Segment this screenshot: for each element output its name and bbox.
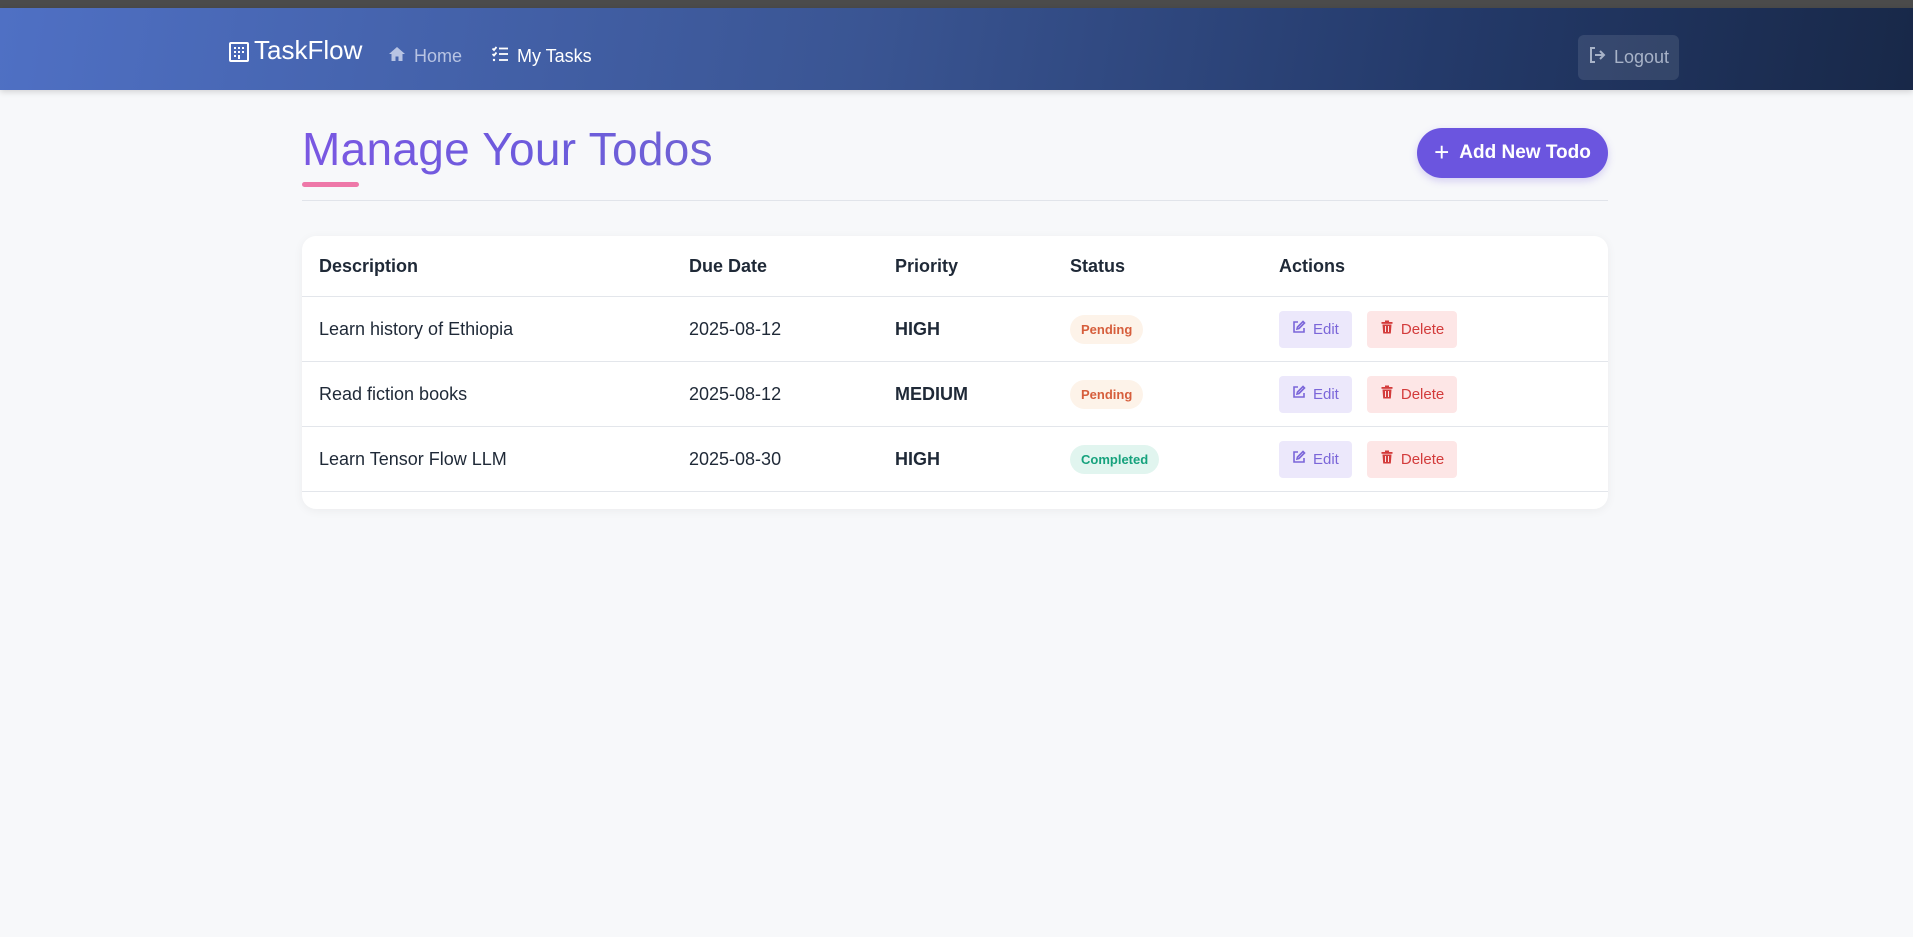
nav-home-label: Home (414, 45, 463, 66)
delete-button[interactable]: Delete (1366, 375, 1458, 413)
row-description: Learn Tensor Flow LLM (302, 426, 672, 492)
delete-label: Delete (1400, 450, 1445, 468)
row-description: Learn history of Ethiopia (302, 296, 672, 362)
header-status: Status (1053, 236, 1262, 297)
nav-home-link[interactable]: Home (388, 44, 462, 68)
delete-button[interactable]: Delete (1366, 440, 1458, 478)
browser-top-strip (0, 0, 1913, 8)
logout-button[interactable]: Logout (1578, 35, 1679, 80)
nav-my-tasks-label: My Tasks (517, 45, 592, 66)
row-actions: Edit Delete (1262, 361, 1608, 427)
nav-my-tasks-link[interactable]: My Tasks (491, 44, 592, 68)
trash-icon (1380, 320, 1394, 338)
navbar: TaskFlow Home My Tasks Logout (0, 8, 1913, 90)
row-due-date: 2025-08-12 (672, 296, 878, 362)
header-priority: Priority (878, 236, 1053, 297)
building-icon (228, 39, 250, 62)
title-underline (302, 182, 359, 187)
row-priority: HIGH (878, 296, 1053, 362)
add-new-todo-label: Add New Todo (1459, 142, 1591, 163)
list-check-icon (491, 45, 509, 68)
trash-icon (1380, 450, 1394, 468)
row-status-cell: Completed (1053, 426, 1262, 492)
row-actions: Edit Delete (1262, 296, 1608, 362)
brand-name: TaskFlow (254, 34, 363, 65)
trash-icon (1380, 385, 1394, 403)
page-title: Manage Your Todos (302, 123, 713, 175)
delete-label: Delete (1400, 385, 1445, 403)
row-priority: MEDIUM (878, 361, 1053, 427)
header-description: Description (302, 236, 672, 297)
row-description: Read fiction books (302, 361, 672, 427)
delete-button[interactable]: Delete (1366, 310, 1458, 348)
header-actions: Actions (1262, 236, 1608, 297)
edit-button[interactable]: Edit (1279, 310, 1352, 348)
add-new-todo-button[interactable]: + Add New Todo (1417, 128, 1608, 178)
row-status-cell: Pending (1053, 361, 1262, 427)
row-status-cell: Pending (1053, 296, 1262, 362)
edit-label: Edit (1313, 385, 1339, 403)
table-header-row: Description Due Date Priority Status Act… (302, 236, 1608, 297)
header-divider (302, 200, 1608, 201)
status-badge: Completed (1070, 444, 1160, 474)
edit-button[interactable]: Edit (1279, 375, 1352, 413)
edit-icon (1292, 450, 1306, 468)
table-row: Learn history of Ethiopia 2025-08-12 HIG… (302, 296, 1608, 362)
header-due-date: Due Date (672, 236, 878, 297)
row-priority: HIGH (878, 426, 1053, 492)
edit-icon (1292, 320, 1306, 338)
status-badge: Pending (1070, 379, 1144, 409)
status-badge: Pending (1070, 314, 1144, 344)
home-icon (388, 45, 406, 68)
row-actions: Edit Delete (1262, 426, 1608, 492)
edit-icon (1292, 385, 1306, 403)
sign-out-icon (1588, 46, 1606, 69)
plus-icon: + (1434, 136, 1450, 167)
edit-button[interactable]: Edit (1279, 440, 1352, 478)
todo-table-card: Description Due Date Priority Status Act… (302, 236, 1608, 509)
logout-label: Logout (1613, 47, 1670, 67)
row-due-date: 2025-08-30 (672, 426, 878, 492)
todo-table: Description Due Date Priority Status Act… (302, 236, 1608, 492)
edit-label: Edit (1313, 320, 1339, 338)
delete-label: Delete (1400, 320, 1445, 338)
row-due-date: 2025-08-12 (672, 361, 878, 427)
table-row: Learn Tensor Flow LLM 2025-08-30 HIGH Co… (302, 426, 1608, 492)
edit-label: Edit (1313, 450, 1339, 468)
brand[interactable]: TaskFlow (228, 35, 362, 65)
table-row: Read fiction books 2025-08-12 MEDIUM Pen… (302, 361, 1608, 427)
